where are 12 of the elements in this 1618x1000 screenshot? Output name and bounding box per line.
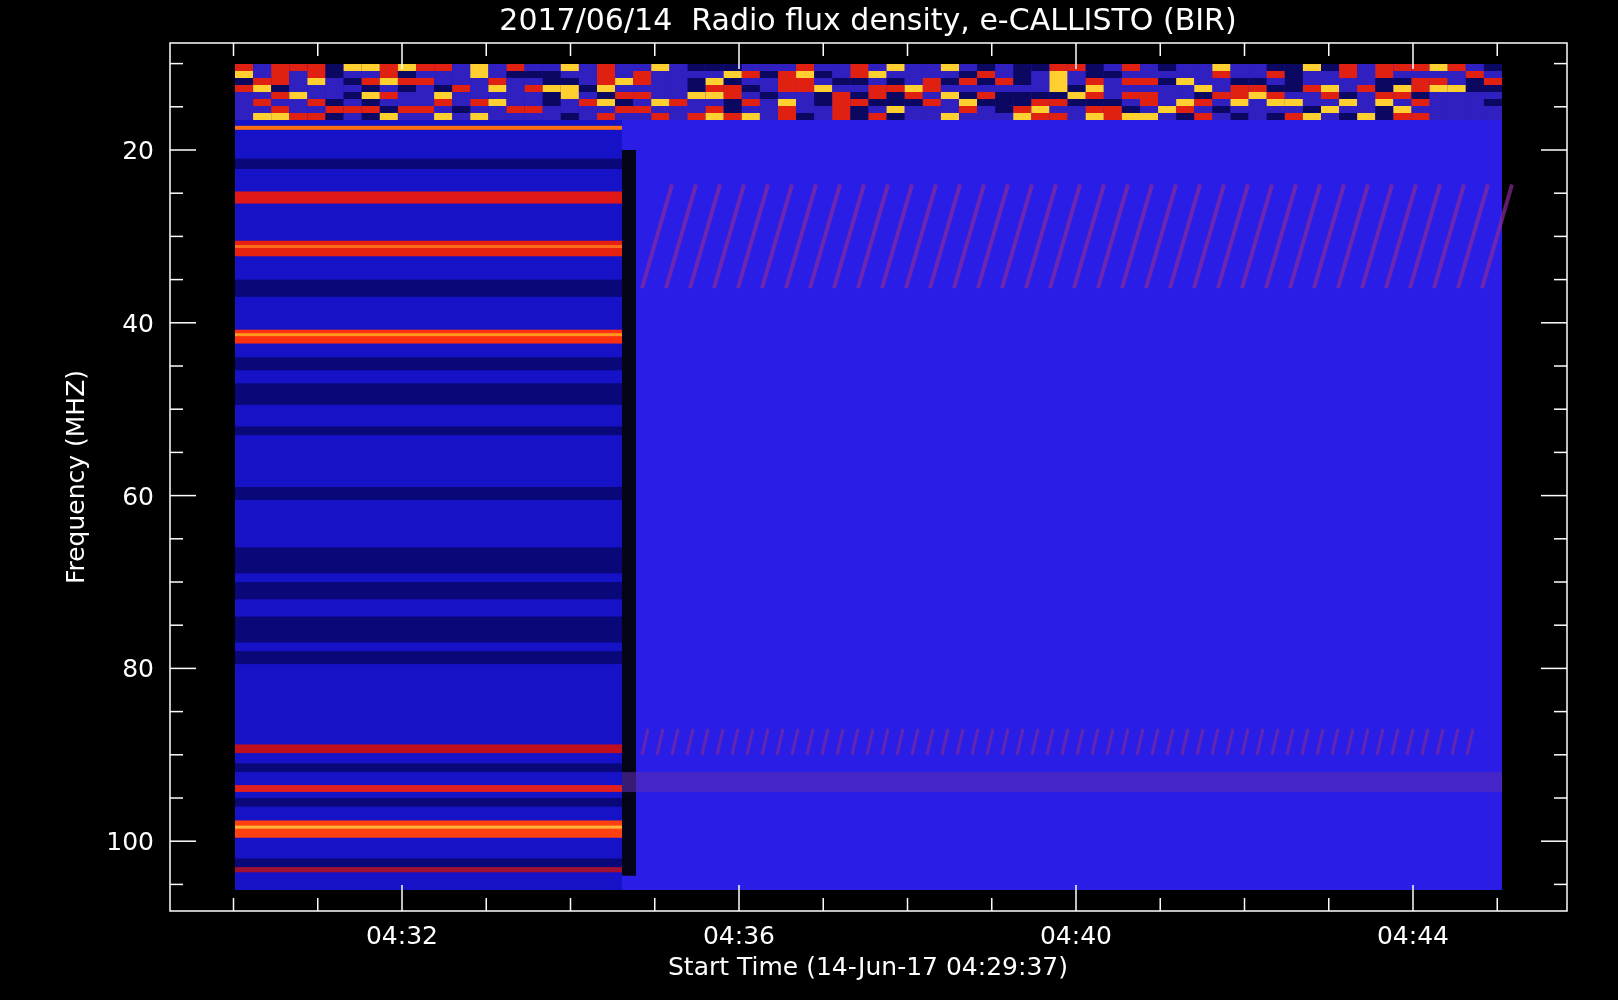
x-tick-label: 04:36	[703, 921, 775, 950]
y-tick-label: 60	[122, 481, 154, 511]
y-tick-label: 20	[122, 136, 154, 165]
x-tick-label: 04:32	[366, 921, 438, 950]
y-tick-label: 100	[106, 827, 154, 857]
x-tick-label: 04:40	[1040, 921, 1112, 950]
y-axis-label: Frequency (MHZ)	[61, 369, 90, 585]
y-tick-label: 80	[122, 654, 154, 684]
y-tick-label: 40	[122, 308, 154, 338]
x-tick-label: 04:44	[1377, 921, 1449, 950]
chart-title: 2017/06/14 Radio flux density, e-CALLISTO (BIR)	[499, 2, 1237, 37]
x-axis-label: Start Time (14-Jun-17 04:29:37)	[668, 952, 1068, 981]
